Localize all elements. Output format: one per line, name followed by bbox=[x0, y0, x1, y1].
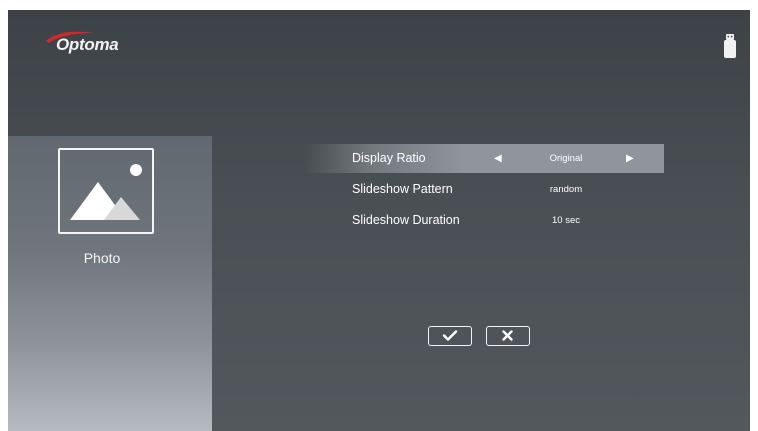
setting-row-slideshow-pattern[interactable]: Slideshow Pattern random bbox=[304, 175, 664, 204]
setting-label-slideshow-duration: Slideshow Duration bbox=[352, 213, 460, 227]
checkmark-icon bbox=[442, 330, 458, 341]
left-arrow-icon[interactable]: ◀ bbox=[494, 153, 502, 165]
setting-label-slideshow-pattern: Slideshow Pattern bbox=[352, 182, 453, 196]
close-icon bbox=[502, 330, 513, 341]
photo-settings-list: Display Ratio ◀ Original ▶ Slideshow Pat… bbox=[304, 144, 664, 237]
setting-value-display-ratio: Original bbox=[549, 153, 583, 164]
projector-menu-screen: Optoma Photo Display Ratio ◀ Original ▶ … bbox=[8, 10, 750, 431]
setting-value-slideshow-pattern: random bbox=[549, 184, 583, 195]
dialog-actions bbox=[428, 326, 538, 350]
usb-drive-icon bbox=[724, 34, 736, 58]
setting-row-slideshow-duration[interactable]: Slideshow Duration 10 sec bbox=[304, 206, 664, 235]
setting-value-slideshow-duration: 10 sec bbox=[552, 215, 580, 226]
media-sidebar: Photo bbox=[8, 136, 212, 431]
cancel-button[interactable] bbox=[486, 326, 530, 346]
confirm-button[interactable] bbox=[428, 326, 472, 346]
photo-media-tile[interactable] bbox=[58, 148, 154, 234]
setting-label-display-ratio: Display Ratio bbox=[352, 151, 426, 165]
photo-icon bbox=[70, 164, 142, 220]
brand-name: Optoma bbox=[56, 35, 119, 54]
optoma-logo: Optoma bbox=[44, 28, 134, 58]
setting-row-display-ratio[interactable]: Display Ratio ◀ Original ▶ bbox=[304, 144, 664, 173]
photo-label: Photo bbox=[83, 250, 121, 266]
right-arrow-icon[interactable]: ▶ bbox=[626, 153, 634, 165]
